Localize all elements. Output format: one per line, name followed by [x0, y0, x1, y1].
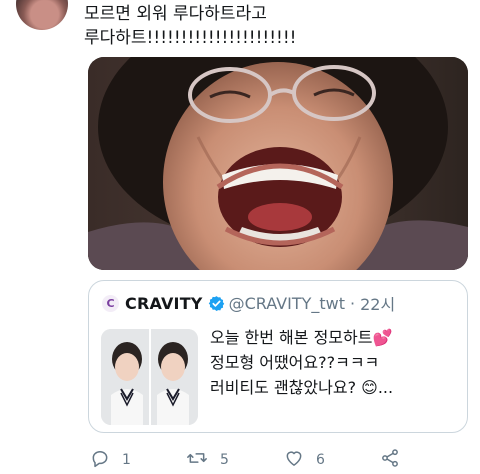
- retweet-icon: [186, 448, 220, 472]
- idol-portrait-left: [101, 329, 149, 425]
- retweet-button[interactable]: 5: [186, 448, 229, 472]
- idol-portrait-right: [150, 329, 198, 425]
- tweet-text: 모르면 외워 루다하트라고 루다하트!!!!!!!!!!!!!!!!!!!!!!: [84, 4, 297, 48]
- cravity-logo-letter: C: [106, 296, 115, 310]
- laughing-woman-photo: [88, 57, 468, 270]
- verified-badge-icon: [208, 295, 225, 312]
- quoted-handle[interactable]: @CRAVITY_twt: [229, 294, 345, 313]
- quoted-tweet-header: C CRAVITY @CRAVITY_twt · 22시: [102, 292, 395, 314]
- quoted-photo-right[interactable]: [150, 329, 198, 425]
- quoted-tweet-card[interactable]: C CRAVITY @CRAVITY_twt · 22시 오늘 한번 해본 정모…: [88, 280, 468, 433]
- reply-icon: [90, 448, 122, 472]
- reply-button[interactable]: 1: [90, 448, 131, 472]
- header-separator: ·: [350, 293, 356, 313]
- reply-count: 1: [122, 452, 131, 468]
- share-icon: [380, 448, 412, 472]
- cravity-logo-avatar[interactable]: C: [102, 294, 119, 312]
- tweet-action-bar: 1 5 6: [88, 448, 468, 470]
- avatar[interactable]: [16, 0, 68, 30]
- retweet-count: 5: [220, 452, 229, 468]
- quoted-timestamp[interactable]: 22시: [360, 291, 395, 315]
- quoted-tweet-text: 오늘 한번 해본 정모하트💕 정모형 어땠어요??ㅋㅋㅋ 러비티도 괜찮았나요?…: [210, 328, 394, 397]
- quoted-display-name[interactable]: CRAVITY: [125, 294, 203, 313]
- like-count: 6: [316, 452, 325, 468]
- like-button[interactable]: 6: [284, 448, 325, 472]
- tweet-photo[interactable]: [88, 57, 468, 270]
- heart-icon: [284, 448, 316, 472]
- quoted-tweet-media[interactable]: [101, 329, 198, 425]
- quoted-photo-left[interactable]: [101, 329, 149, 425]
- share-button[interactable]: [380, 448, 412, 472]
